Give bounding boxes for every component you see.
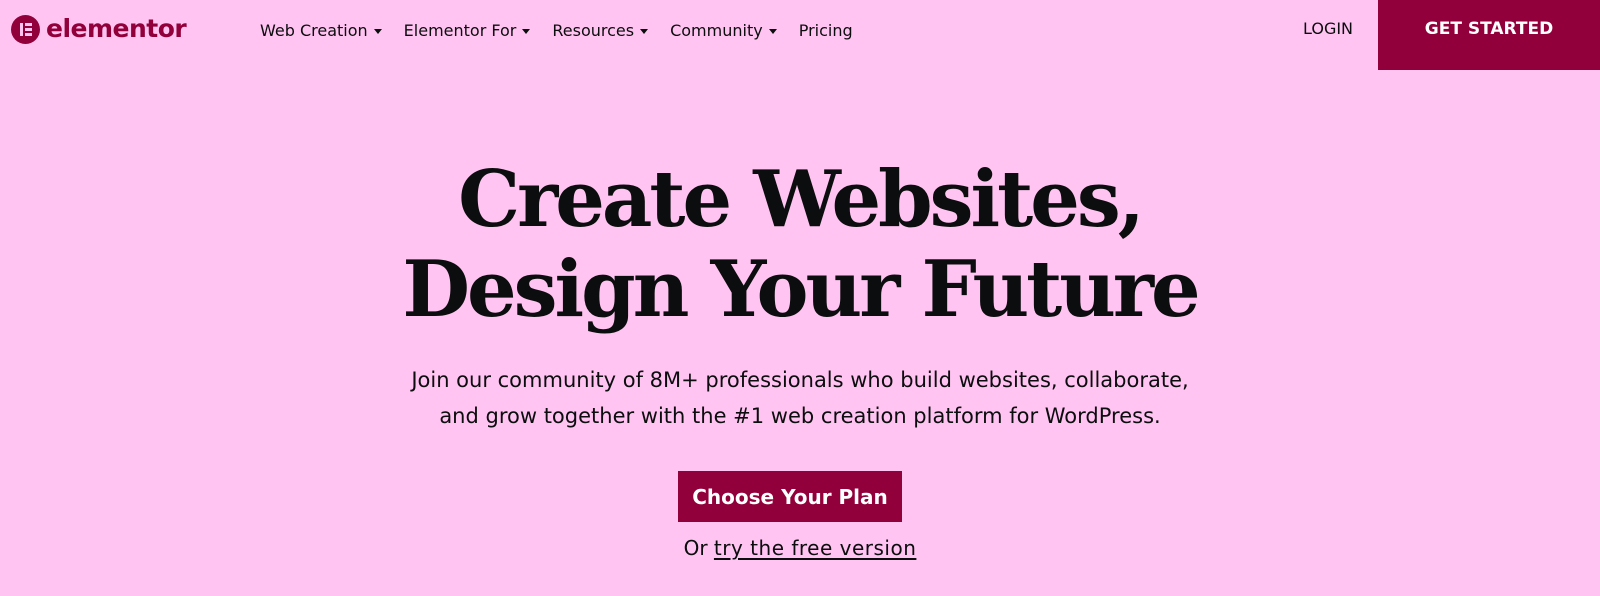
hero-title-line: Design Your Future: [402, 244, 1200, 335]
nav-item-web-creation[interactable]: Web Creation: [260, 21, 382, 40]
nav-item-pricing[interactable]: Pricing: [799, 21, 853, 40]
site-header: elementor Web Creation Elementor For Res…: [0, 0, 1600, 70]
login-link[interactable]: LOGIN: [1303, 19, 1353, 38]
main-nav: Web Creation Elementor For Resources Com…: [260, 18, 875, 42]
elementor-logo-icon: [11, 14, 40, 44]
free-version-prefix: Or: [683, 536, 708, 560]
hero-title-line: Create Websites,: [458, 154, 1145, 245]
logo-wordmark: elementor: [46, 13, 187, 43]
hero-subtitle: Join our community of 8M+ professionals …: [0, 362, 1600, 434]
nav-item-label: Resources: [552, 20, 635, 40]
choose-plan-button[interactable]: Choose Your Plan: [678, 471, 902, 522]
free-version-link[interactable]: try the free version: [714, 536, 916, 560]
nav-item-elementor-for[interactable]: Elementor For: [404, 21, 531, 40]
hero-subtitle-line: and grow together with the #1 web creati…: [439, 404, 1161, 428]
chevron-down-icon: [768, 28, 777, 34]
nav-item-label: Pricing: [798, 20, 853, 40]
nav-item-label: Elementor For: [403, 20, 517, 40]
hero-subtitle-line: Join our community of 8M+ professionals …: [411, 368, 1189, 392]
free-version-line: Or try the free version: [0, 536, 1600, 560]
hero-title: Create Websites, Design Your Future: [0, 155, 1600, 335]
nav-item-label: Community: [670, 20, 763, 40]
nav-item-resources[interactable]: Resources: [552, 20, 649, 40]
elementor-logo[interactable]: elementor: [11, 13, 187, 45]
chevron-down-icon: [373, 28, 382, 34]
nav-item-label: Web Creation: [260, 20, 368, 40]
chevron-down-icon: [640, 28, 649, 34]
get-started-button[interactable]: GET STARTED: [1378, 0, 1600, 70]
nav-item-community[interactable]: Community: [670, 21, 777, 40]
chevron-down-icon: [522, 28, 531, 34]
